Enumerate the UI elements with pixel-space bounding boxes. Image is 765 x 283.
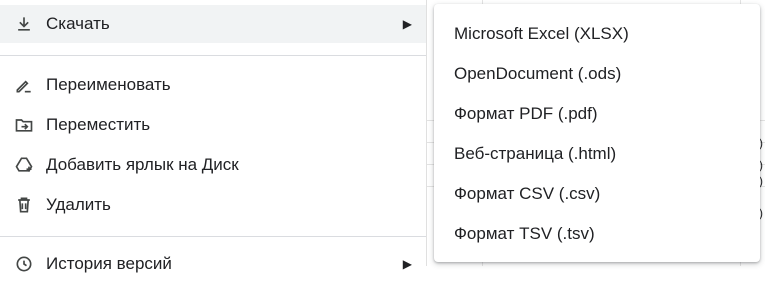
submenu-arrow-icon: ▶	[402, 257, 412, 271]
trash-icon	[13, 194, 35, 216]
download-html[interactable]: Веб-страница (.html)	[434, 134, 760, 174]
move-folder-icon	[13, 114, 35, 136]
menu-item-label: История версий	[46, 254, 172, 273]
menu-item-label: Добавить ярлык на Диск	[46, 155, 239, 174]
menu-item-label: Переименовать	[46, 75, 171, 94]
download-csv[interactable]: Формат CSV (.csv)	[434, 174, 760, 214]
menu-separator	[0, 55, 426, 56]
download-submenu: Microsoft Excel (XLSX) OpenDocument (.od…	[434, 4, 760, 262]
rename-icon	[13, 74, 35, 96]
menu-item-download[interactable]: Скачать ▶	[0, 5, 426, 43]
menu-item-label: Переместить	[46, 115, 151, 134]
submenu-arrow-icon: ▶	[402, 17, 412, 31]
menu-separator	[0, 236, 426, 237]
download-xlsx[interactable]: Microsoft Excel (XLSX)	[434, 14, 760, 54]
history-icon	[13, 253, 35, 275]
menu-item-label: Скачать	[46, 14, 110, 33]
download-icon	[13, 13, 35, 35]
menu-item-version-history[interactable]: История версий ▶	[0, 245, 426, 283]
drive-shortcut-icon	[13, 154, 35, 176]
download-ods[interactable]: OpenDocument (.ods)	[434, 54, 760, 94]
menu-item-rename[interactable]: Переименовать	[0, 66, 426, 104]
file-menu: Скачать ▶ Переименовать Переместить Доба…	[0, 0, 427, 273]
menu-item-add-shortcut[interactable]: Добавить ярлык на Диск	[0, 146, 426, 184]
menu-item-move[interactable]: Переместить	[0, 106, 426, 144]
download-tsv[interactable]: Формат TSV (.tsv)	[434, 214, 760, 254]
menu-item-label: Удалить	[46, 195, 111, 214]
download-pdf[interactable]: Формат PDF (.pdf)	[434, 94, 760, 134]
menu-item-delete[interactable]: Удалить	[0, 186, 426, 224]
